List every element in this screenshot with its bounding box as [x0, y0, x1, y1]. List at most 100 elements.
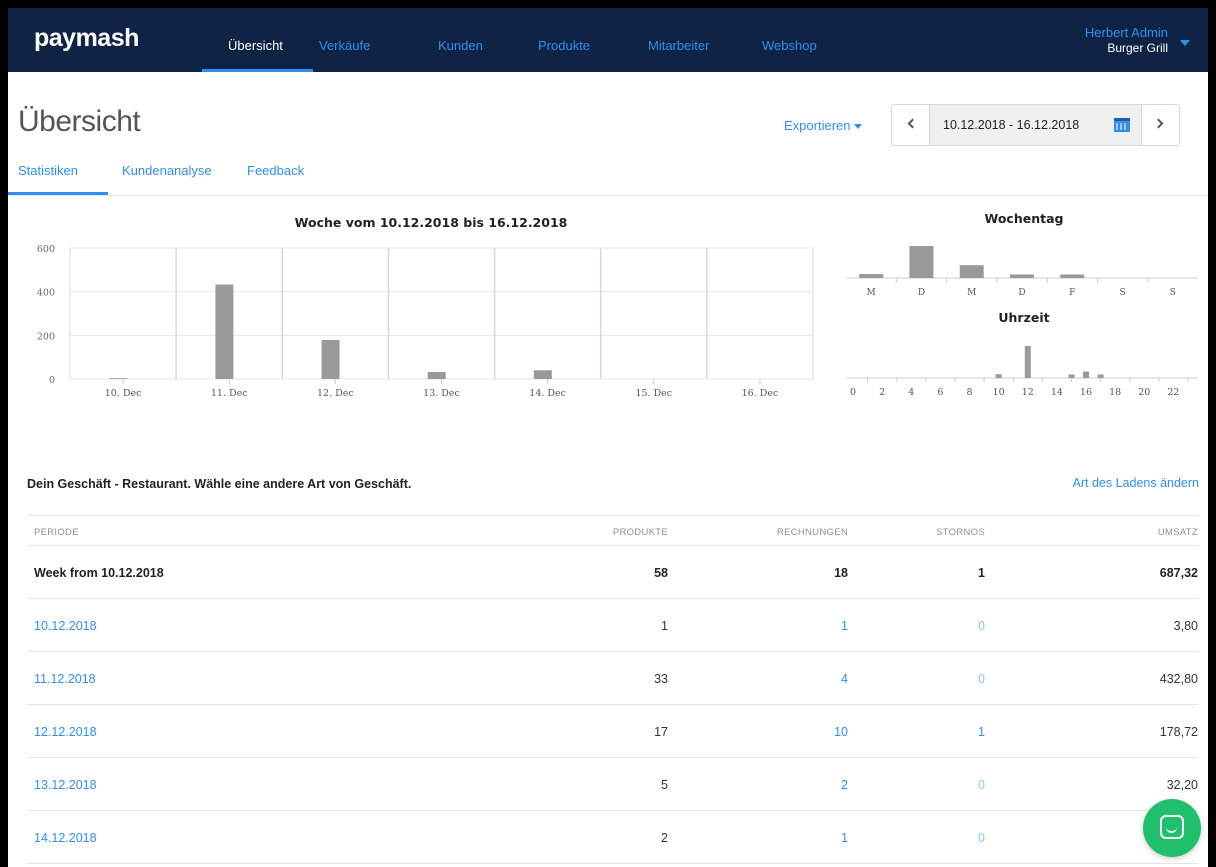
- nav-item-produkte[interactable]: Produkte: [538, 38, 590, 53]
- bar: [321, 339, 340, 379]
- bar: [1010, 274, 1034, 278]
- x-tick-label: 0: [850, 387, 856, 398]
- table-row: 13.12.2018 5 2 0 32,20: [27, 758, 1198, 811]
- cell-revenue: 32,20: [1166, 778, 1198, 792]
- x-tick-label: 15. Dec: [635, 388, 672, 399]
- y-tick-label: 400: [37, 288, 55, 299]
- bar: [109, 378, 128, 379]
- tab-statistiken[interactable]: Statistiken: [18, 163, 78, 178]
- x-tick-label: 12: [1022, 387, 1034, 398]
- cell-products: 33: [654, 672, 668, 686]
- x-tick-label: S: [1170, 288, 1176, 298]
- x-tick-label: 14: [1051, 387, 1063, 398]
- export-button[interactable]: Exportieren: [784, 118, 863, 133]
- table-row: 14.12.2018 2 1 0: [27, 811, 1198, 864]
- cell-cancellations: 1: [978, 566, 985, 580]
- column-header-periode: PERIODE: [34, 527, 79, 538]
- stats-table: PERIODE PRODUKTE RECHNUNGEN STORNOS UMSA…: [27, 515, 1198, 864]
- bar: [1060, 274, 1085, 278]
- chevron-left-icon: [907, 118, 918, 129]
- date-prev-button[interactable]: [892, 105, 930, 145]
- cell-revenue: 687,32: [1159, 566, 1198, 580]
- nav-item-kunden[interactable]: Kunden: [438, 38, 483, 53]
- table-row: 12.12.2018 17 10 1 178,72: [27, 705, 1198, 758]
- top-nav: paymash Übersicht Verkäufe Kunden Produk…: [8, 8, 1208, 72]
- y-tick-label: 600: [37, 244, 55, 255]
- export-label: Exportieren: [784, 118, 851, 133]
- date-range-picker: 10.12.2018 - 16.12.2018: [891, 104, 1180, 146]
- cell-period-link[interactable]: 12.12.2018: [34, 725, 97, 739]
- x-tick-label: 6: [937, 387, 943, 398]
- bar: [995, 374, 1002, 378]
- x-tick-label: S: [1119, 288, 1125, 298]
- x-tick-label: 16. Dec: [742, 388, 779, 399]
- date-next-button[interactable]: [1141, 105, 1179, 145]
- cell-products: 2: [661, 831, 668, 845]
- y-tick-label: 200: [37, 331, 55, 342]
- cell-products: 58: [654, 566, 668, 580]
- x-tick-label: F: [1069, 288, 1075, 298]
- cell-cancellations-link[interactable]: 0: [978, 672, 985, 686]
- nav-item-webshop[interactable]: Webshop: [762, 38, 817, 53]
- week-chart: Woche vom 10.12.2018 bis 16.12.2018 0 200 4…: [37, 215, 814, 399]
- nav-item-verkaeufe[interactable]: Verkäufe: [319, 38, 370, 53]
- charts-area: Woche vom 10.12.2018 bis 16.12.201802004…: [37, 211, 1198, 399]
- column-header-rechnungen: RECHNUNGEN: [776, 527, 848, 538]
- bar: [1097, 374, 1104, 378]
- cell-invoices-link[interactable]: 1: [841, 619, 848, 633]
- user-name[interactable]: Herbert Admin: [1085, 25, 1168, 40]
- cell-period-link[interactable]: 14.12.2018: [34, 831, 97, 845]
- x-tick-label: M: [867, 288, 876, 298]
- x-tick-label: 11. Dec: [211, 388, 248, 399]
- bar: [1083, 371, 1090, 378]
- weekday-chart-title: Wochentag: [985, 211, 1064, 226]
- bar: [427, 371, 446, 379]
- chat-icon: [1160, 815, 1184, 839]
- nav-item-uebersicht[interactable]: Übersicht: [228, 38, 283, 53]
- nav-item-mitarbeiter[interactable]: Mitarbeiter: [648, 38, 709, 53]
- cell-period-link[interactable]: 11.12.2018: [34, 672, 96, 686]
- tab-kundenanalyse[interactable]: Kundenanalyse: [122, 163, 212, 178]
- cell-products: 5: [661, 778, 668, 792]
- tab-feedback[interactable]: Feedback: [247, 163, 304, 178]
- cell-invoices-link[interactable]: 10: [834, 725, 848, 739]
- date-range-text: 10.12.2018 - 16.12.2018: [943, 118, 1080, 132]
- x-tick-label: 12. Dec: [317, 388, 354, 399]
- table-row: 11.12.2018 33 4 0 432,80: [27, 652, 1198, 705]
- cell-revenue: 432,80: [1159, 672, 1198, 686]
- cell-period-link[interactable]: 10.12.2018: [34, 619, 97, 633]
- change-business-type-link[interactable]: Art des Ladens ändern: [1073, 476, 1199, 490]
- bar: [909, 246, 934, 278]
- date-range-field[interactable]: 10.12.2018 - 16.12.2018: [930, 105, 1141, 145]
- column-header-stornos: STORNOS: [936, 527, 985, 538]
- chat-button[interactable]: [1143, 799, 1201, 857]
- table-row-total: Week from 10.12.2018 58 18 1 687,32: [27, 546, 1198, 599]
- cell-cancellations-link[interactable]: 1: [978, 725, 985, 739]
- bar: [1068, 374, 1075, 378]
- x-tick-label: 13. Dec: [423, 388, 460, 399]
- x-tick-label: D: [1018, 288, 1025, 298]
- cell-invoices: 18: [834, 566, 848, 580]
- x-tick-label: 2: [879, 387, 885, 398]
- cell-invoices-link[interactable]: 4: [841, 672, 848, 686]
- user-shop[interactable]: Burger Grill: [1107, 41, 1168, 55]
- x-tick-label: 8: [966, 387, 972, 398]
- cell-invoices-link[interactable]: 1: [841, 831, 848, 845]
- cell-cancellations-link[interactable]: 0: [978, 619, 985, 633]
- x-tick-label: 10: [993, 387, 1005, 398]
- business-type-text: Dein Geschäft - Restaurant. Wähle eine a…: [27, 477, 412, 491]
- cell-products: 17: [654, 725, 668, 739]
- cell-products: 1: [661, 619, 668, 633]
- x-tick-label: 22: [1167, 387, 1179, 398]
- column-header-produkte: PRODUKTE: [612, 527, 668, 538]
- bar: [959, 265, 984, 278]
- cell-cancellations-link[interactable]: 0: [978, 831, 985, 845]
- cell-period-link[interactable]: 13.12.2018: [34, 778, 97, 792]
- cell-cancellations-link[interactable]: 0: [978, 778, 985, 792]
- hour-chart-title: Uhrzeit: [998, 310, 1049, 325]
- calendar-icon[interactable]: [1114, 118, 1130, 132]
- cell-invoices-link[interactable]: 2: [841, 778, 848, 792]
- caret-down-icon[interactable]: [1180, 40, 1190, 46]
- column-header-umsatz: UMSATZ: [1157, 527, 1198, 538]
- x-tick-label: 16: [1080, 387, 1092, 398]
